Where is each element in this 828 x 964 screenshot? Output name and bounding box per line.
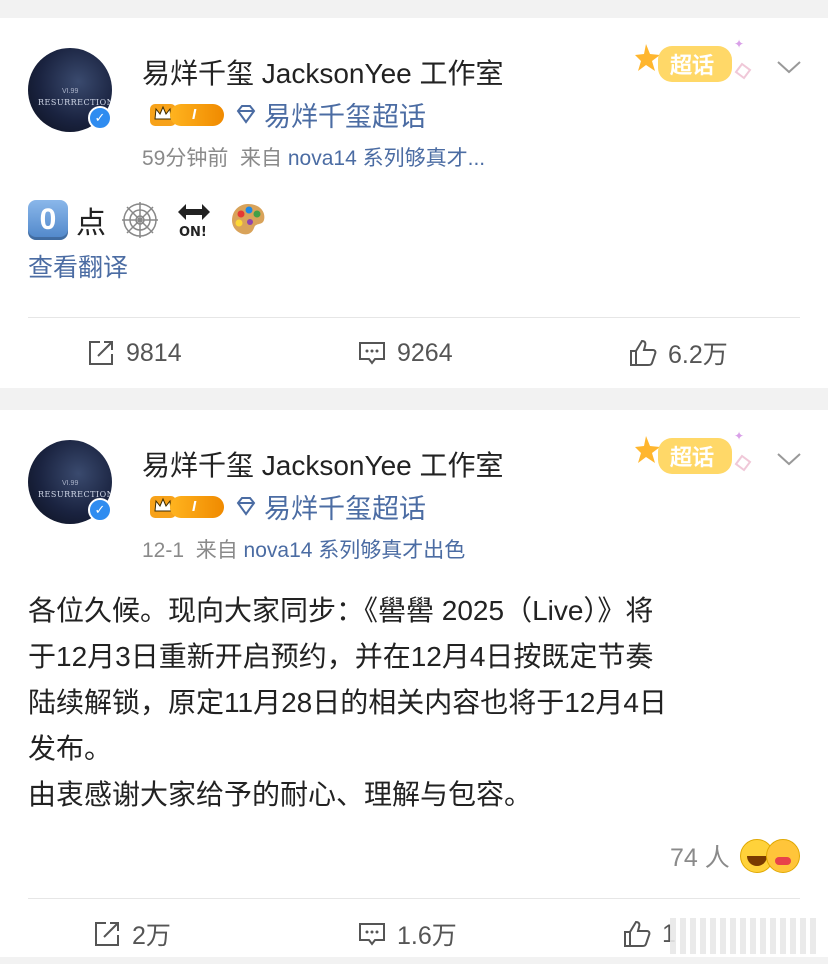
comment-icon <box>359 342 385 365</box>
repost-button[interactable]: 2万 <box>92 904 171 964</box>
content-line: 由衷感谢大家给予的耐心、理解与包容。 <box>28 779 533 810</box>
post-meta: 12-1 来自 nova14 系列够真才出色 <box>142 534 465 564</box>
kiss-emoji-icon <box>765 839 800 873</box>
comment-icon <box>359 923 385 946</box>
svg-text:✦: ✦ <box>734 429 744 443</box>
repost-icon <box>89 341 113 365</box>
post-time: 59分钟前 <box>142 147 229 170</box>
reactions[interactable]: 74 人 <box>670 838 800 874</box>
like-button[interactable]: 1 <box>622 904 676 964</box>
translate-link[interactable]: 查看翻译 <box>28 248 128 284</box>
content-line: 陆续解锁，原定11月28日的相关内容也将于12月4日 <box>28 687 667 718</box>
action-bar: 9814 9264 6.2万 <box>0 323 828 383</box>
verified-icon: ✓ <box>88 106 112 130</box>
super-topic-label: 超话 <box>670 54 714 79</box>
thumbs-up-icon <box>624 920 651 947</box>
chevron-down-icon[interactable] <box>776 450 802 468</box>
repost-button[interactable]: 9814 <box>86 323 182 383</box>
on-arrow-icon: ON! <box>178 204 210 240</box>
super-topic-link[interactable]: 易烊千玺超话 <box>264 95 426 134</box>
like-button[interactable]: 6.2万 <box>628 323 728 383</box>
content-line: 发布。 <box>28 733 113 764</box>
verified-icon: ✓ <box>88 498 112 522</box>
diamond-icon <box>236 497 256 516</box>
source-prefix: 来自 <box>195 539 238 562</box>
spiderweb-icon <box>122 202 158 238</box>
post-card: VI.99 RESURRECTION ✓ 易烊千玺 JacksonYee 工作室… <box>0 410 828 957</box>
post-source[interactable]: nova14 系列够真才... <box>288 147 485 170</box>
watermark <box>670 918 820 954</box>
level-badge[interactable]: I <box>148 492 224 520</box>
super-topic-label: 超话 <box>670 446 714 471</box>
svg-text:ON!: ON! <box>179 225 207 240</box>
reaction-count: 74 人 <box>670 844 730 872</box>
username[interactable]: 易烊千玺 JacksonYee 工作室 <box>142 444 504 484</box>
content-line: 于12月3日重新开启预约，并在12月4日按既定节奏 <box>28 641 654 672</box>
repost-icon <box>95 922 119 946</box>
divider <box>28 317 800 318</box>
super-topic-link[interactable]: 易烊千玺超话 <box>264 487 426 526</box>
source-prefix: 来自 <box>240 147 283 170</box>
post-card: VI.99 RESURRECTION ✓ 易烊千玺 JacksonYee 工作室… <box>0 18 828 388</box>
palette-icon <box>232 204 265 235</box>
post-meta: 59分钟前 来自 nova14 系列够真才... <box>142 142 485 172</box>
comment-button[interactable]: 1.6万 <box>357 904 457 964</box>
post-content: 各位久候。现向大家同步：《嚳嚳 2025（Live）》将 于12月3日重新开启预… <box>28 588 800 818</box>
super-topic-sticker[interactable]: 超话 ✦ <box>632 36 760 94</box>
super-topic-sticker[interactable]: 超话 ✦ <box>632 428 760 486</box>
content-line: 各位久候。现向大家同步：《嚳嚳 2025（Live）》将 <box>28 595 654 626</box>
post-time: 12-1 <box>142 539 185 562</box>
thumbs-up-icon <box>630 339 657 366</box>
comment-button[interactable]: 9264 <box>357 323 453 383</box>
post-source[interactable]: nova14 系列够真才出色 <box>244 539 466 562</box>
level-badge[interactable]: I <box>148 100 224 128</box>
badge-row: I 易烊千玺超话 <box>148 491 426 524</box>
diamond-icon <box>236 105 256 124</box>
badge-row: I 易烊千玺超话 <box>148 99 426 132</box>
svg-text:✦: ✦ <box>734 37 744 51</box>
keycap-zero-emoji: 0 <box>28 200 68 240</box>
divider <box>28 898 800 899</box>
username[interactable]: 易烊千玺 JacksonYee 工作室 <box>142 52 504 92</box>
post-content: 0 点 ON! <box>28 198 268 242</box>
chevron-down-icon[interactable] <box>776 58 802 76</box>
